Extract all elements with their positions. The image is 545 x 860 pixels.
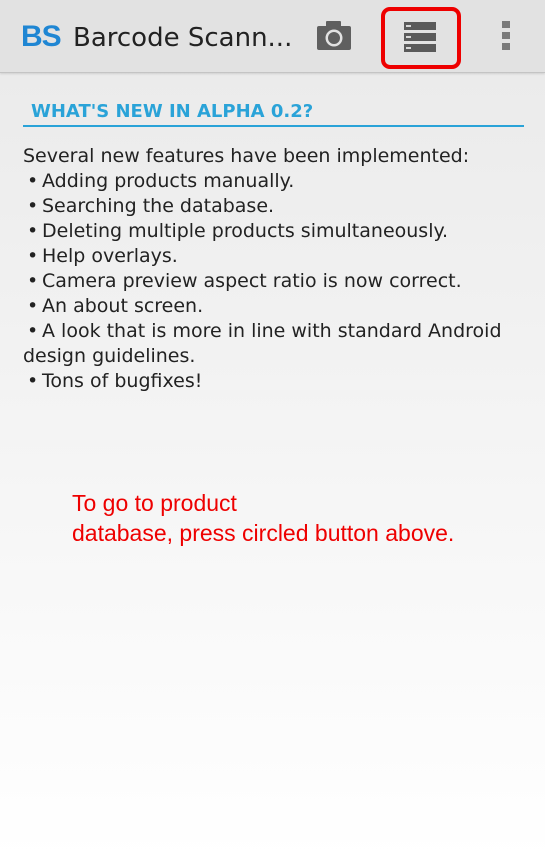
section-divider — [23, 125, 524, 127]
list-item: • Adding products manually. — [23, 169, 528, 194]
bullet: • — [27, 245, 39, 267]
list-item: • An about screen. — [23, 294, 528, 319]
feature-text: Adding products manually. — [42, 170, 295, 192]
overflow-menu-icon — [502, 21, 510, 50]
bullet: • — [27, 320, 39, 342]
bullet: • — [27, 220, 39, 242]
feature-text: Tons of bugfixes! — [42, 370, 203, 392]
bullet: • — [27, 170, 39, 192]
feature-text: Help overlays. — [42, 245, 178, 267]
list-item: • A look that is more in line with standa… — [23, 319, 528, 369]
hint-line-2: database, press circled button above. — [72, 520, 455, 546]
feature-text: Searching the database. — [42, 195, 275, 217]
bullet: • — [27, 370, 39, 392]
app-logo[interactable]: BS — [21, 19, 62, 55]
bullet: • — [27, 270, 39, 292]
action-bar: BS Barcode Scann... — [0, 0, 545, 73]
app-title: Barcode Scann... — [73, 23, 293, 53]
list-item: • Camera preview aspect ratio is now corr… — [23, 269, 528, 294]
list-item: • Help overlays. — [23, 244, 528, 269]
hint-line-1: To go to product — [72, 490, 237, 516]
bullet: • — [27, 195, 39, 217]
camera-button[interactable] — [314, 18, 354, 54]
overflow-menu-button[interactable] — [496, 18, 516, 54]
section-header: WHAT'S NEW IN ALPHA 0.2? — [31, 101, 314, 122]
intro-text: Several new features have been implement… — [23, 145, 470, 167]
hint-text: To go to product database, press circled… — [72, 488, 512, 548]
feature-text: Camera preview aspect ratio is now corre… — [42, 270, 462, 292]
list-item: • Tons of bugfixes! — [23, 369, 528, 394]
highlight-circle — [381, 7, 461, 69]
bullet: • — [27, 295, 39, 317]
list-item: • Searching the database. — [23, 194, 528, 219]
list-item: • Deleting multiple products simultaneous… — [23, 219, 528, 244]
feature-text: An about screen. — [42, 295, 204, 317]
features-list: • Adding products manually. • Searching th… — [23, 169, 528, 394]
feature-text: Deleting multiple products simultaneousl… — [42, 220, 449, 242]
camera-icon — [317, 21, 351, 50]
feature-text: A look that is more in line with standar… — [23, 320, 502, 367]
